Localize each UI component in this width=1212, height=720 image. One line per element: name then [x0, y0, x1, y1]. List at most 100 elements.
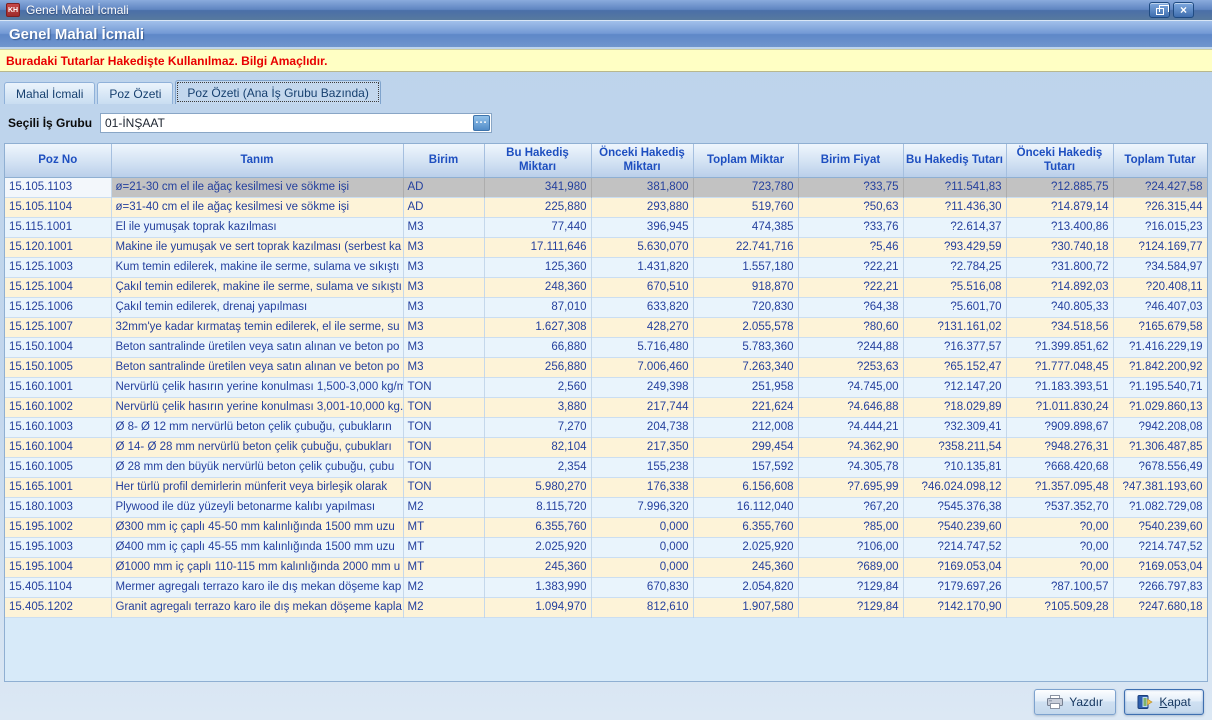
table-cell[interactable]: M3: [403, 337, 484, 357]
table-cell[interactable]: 3,880: [484, 397, 591, 417]
table-cell[interactable]: 428,270: [591, 317, 693, 337]
table-row[interactable]: 15.105.1104ø=31-40 cm el ile ağaç kesilm…: [5, 197, 1207, 217]
table-cell[interactable]: 217,744: [591, 397, 693, 417]
table-cell[interactable]: ?24.427,58: [1113, 177, 1207, 197]
col-header-birim-fiyat[interactable]: Birim Fiyat: [798, 144, 903, 177]
table-cell[interactable]: ?80,60: [798, 317, 903, 337]
table-cell[interactable]: 176,338: [591, 477, 693, 497]
restore-button[interactable]: [1149, 2, 1170, 18]
table-cell[interactable]: ?33,75: [798, 177, 903, 197]
table-row[interactable]: 15.195.1002Ø300 mm iç çaplı 45-50 mm kal…: [5, 517, 1207, 537]
table-cell[interactable]: 0,000: [591, 557, 693, 577]
table-cell[interactable]: 157,592: [693, 457, 798, 477]
table-cell[interactable]: 519,760: [693, 197, 798, 217]
table-cell[interactable]: ?124.169,77: [1113, 237, 1207, 257]
table-cell[interactable]: 341,980: [484, 177, 591, 197]
table-cell[interactable]: Ø1000 mm iç çaplı 110-115 mm kalınlığınd…: [111, 557, 403, 577]
table-cell[interactable]: M2: [403, 577, 484, 597]
table-cell[interactable]: ?20.408,11: [1113, 277, 1207, 297]
col-header-onceki-hakedis-tutari[interactable]: Önceki Hakediş Tutarı: [1006, 144, 1113, 177]
table-cell[interactable]: 396,945: [591, 217, 693, 237]
table-cell[interactable]: ?10.135,81: [903, 457, 1006, 477]
table-cell[interactable]: El ile yumuşak toprak kazılması: [111, 217, 403, 237]
table-cell[interactable]: 225,880: [484, 197, 591, 217]
table-cell[interactable]: M3: [403, 257, 484, 277]
table-row[interactable]: 15.115.1001El ile yumuşak toprak kazılma…: [5, 217, 1207, 237]
table-cell[interactable]: 15.125.1006: [5, 297, 111, 317]
table-cell[interactable]: ?87.100,57: [1006, 577, 1113, 597]
table-cell[interactable]: ?142.170,90: [903, 597, 1006, 617]
table-cell[interactable]: 15.165.1001: [5, 477, 111, 497]
table-cell[interactable]: ?16.377,57: [903, 337, 1006, 357]
table-cell[interactable]: 15.160.1003: [5, 417, 111, 437]
table-row[interactable]: 15.405.1104Mermer agregalı terrazo karo …: [5, 577, 1207, 597]
table-cell[interactable]: TON: [403, 477, 484, 497]
table-cell[interactable]: ?40.805,33: [1006, 297, 1113, 317]
table-row[interactable]: 15.105.1103ø=21-30 cm el ile ağaç kesilm…: [5, 177, 1207, 197]
table-cell[interactable]: 15.105.1103: [5, 177, 111, 197]
table-cell[interactable]: 15.125.1007: [5, 317, 111, 337]
table-cell[interactable]: 0,000: [591, 537, 693, 557]
table-cell[interactable]: MT: [403, 537, 484, 557]
table-cell[interactable]: ?5.601,70: [903, 297, 1006, 317]
table-cell[interactable]: 1.627,308: [484, 317, 591, 337]
table-cell[interactable]: ?18.029,89: [903, 397, 1006, 417]
table-cell[interactable]: ?545.376,38: [903, 497, 1006, 517]
table-row[interactable]: 15.195.1003Ø400 mm iç çaplı 45-55 mm kal…: [5, 537, 1207, 557]
table-cell[interactable]: M3: [403, 217, 484, 237]
table-cell[interactable]: ?14.892,03: [1006, 277, 1113, 297]
table-cell[interactable]: 15.150.1005: [5, 357, 111, 377]
table-cell[interactable]: 32mm'ye kadar kırmataş temin edilerek, e…: [111, 317, 403, 337]
table-cell[interactable]: 22.741,716: [693, 237, 798, 257]
table-cell[interactable]: 2,354: [484, 457, 591, 477]
table-cell[interactable]: Kum temin edilerek, makine ile serme, su…: [111, 257, 403, 277]
table-cell[interactable]: 723,780: [693, 177, 798, 197]
table-cell[interactable]: M2: [403, 497, 484, 517]
table-row[interactable]: 15.150.1005Beton santralinde üretilen ve…: [5, 357, 1207, 377]
table-cell[interactable]: ?11.436,30: [903, 197, 1006, 217]
table-cell[interactable]: AD: [403, 177, 484, 197]
table-cell[interactable]: ?22,21: [798, 257, 903, 277]
table-cell[interactable]: ?909.898,67: [1006, 417, 1113, 437]
table-cell[interactable]: ?105.509,28: [1006, 597, 1113, 617]
table-cell[interactable]: ?358.211,54: [903, 437, 1006, 457]
table-cell[interactable]: 204,738: [591, 417, 693, 437]
table-cell[interactable]: M3: [403, 357, 484, 377]
table-cell[interactable]: 633,820: [591, 297, 693, 317]
table-cell[interactable]: ?5,46: [798, 237, 903, 257]
table-cell[interactable]: ?2.614,37: [903, 217, 1006, 237]
tab-poz-ozeti-ana-is-grubu[interactable]: Poz Özeti (Ana İş Grubu Bazında): [175, 80, 380, 104]
table-cell[interactable]: 77,440: [484, 217, 591, 237]
table-cell[interactable]: ?131.161,02: [903, 317, 1006, 337]
table-cell[interactable]: ?1.011.830,24: [1006, 397, 1113, 417]
table-cell[interactable]: ?0,00: [1006, 537, 1113, 557]
table-cell[interactable]: 7.996,320: [591, 497, 693, 517]
table-cell[interactable]: 1.094,970: [484, 597, 591, 617]
table-cell[interactable]: M2: [403, 597, 484, 617]
table-cell[interactable]: 15.120.1001: [5, 237, 111, 257]
table-cell[interactable]: 155,238: [591, 457, 693, 477]
table-cell[interactable]: 5.980,270: [484, 477, 591, 497]
table-cell[interactable]: ?1.399.851,62: [1006, 337, 1113, 357]
table-cell[interactable]: ?1.082.729,08: [1113, 497, 1207, 517]
table-cell[interactable]: 15.195.1002: [5, 517, 111, 537]
tab-mahal-icmali[interactable]: Mahal İcmali: [4, 82, 95, 104]
table-cell[interactable]: M3: [403, 297, 484, 317]
table-cell[interactable]: 15.405.1202: [5, 597, 111, 617]
table-cell[interactable]: 293,880: [591, 197, 693, 217]
table-cell[interactable]: ?1.416.229,19: [1113, 337, 1207, 357]
table-cell[interactable]: 217,350: [591, 437, 693, 457]
table-cell[interactable]: 212,008: [693, 417, 798, 437]
table-cell[interactable]: ?32.309,41: [903, 417, 1006, 437]
table-cell[interactable]: TON: [403, 377, 484, 397]
table-cell[interactable]: ?30.740,18: [1006, 237, 1113, 257]
table-cell[interactable]: 15.195.1004: [5, 557, 111, 577]
table-cell[interactable]: 15.125.1004: [5, 277, 111, 297]
table-cell[interactable]: ?50,63: [798, 197, 903, 217]
table-cell[interactable]: 15.115.1001: [5, 217, 111, 237]
table-cell[interactable]: ?93.429,59: [903, 237, 1006, 257]
table-cell[interactable]: ?2.784,25: [903, 257, 1006, 277]
table-row[interactable]: 15.125.1006Çakıl temin edilerek, drenaj …: [5, 297, 1207, 317]
table-cell[interactable]: ?47.381.193,60: [1113, 477, 1207, 497]
table-cell[interactable]: 16.112,040: [693, 497, 798, 517]
